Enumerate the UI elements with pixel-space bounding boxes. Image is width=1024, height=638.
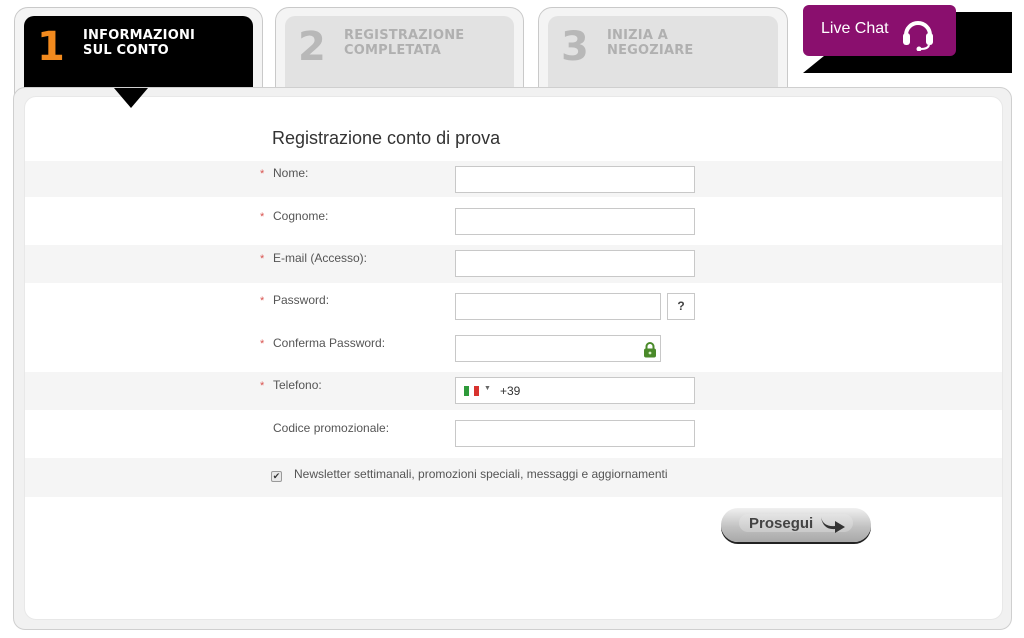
nome-input[interactable]	[455, 166, 695, 193]
headset-icon	[903, 21, 933, 51]
required-mark: *	[260, 211, 265, 223]
confirm-password-input[interactable]	[455, 335, 661, 362]
step-number: 3	[561, 24, 589, 70]
newsletter-label: Newsletter settimanali, promozioni speci…	[294, 467, 668, 481]
required-mark: *	[260, 168, 265, 180]
promo-code-label: Codice promozionale:	[273, 421, 390, 435]
live-chat-label: Live Chat	[821, 20, 889, 37]
cognome-label: Cognome:	[273, 209, 329, 223]
step-number: 2	[298, 24, 326, 70]
step-label: INFORMAZIONI SUL CONTO	[83, 28, 196, 58]
active-step-pointer	[114, 88, 148, 108]
password-help-button[interactable]: ?	[667, 293, 695, 320]
email-input[interactable]	[455, 250, 695, 277]
step-3: 3 INIZIA A NEGOZIARE	[538, 7, 788, 97]
step-label: REGISTRAZIONE COMPLETATA	[344, 28, 465, 58]
confirm-password-label: Conferma Password:	[273, 336, 386, 350]
lock-icon	[644, 342, 656, 358]
country-dropdown-caret-icon[interactable]: ▼	[484, 385, 491, 392]
required-mark: *	[260, 380, 265, 392]
cognome-input[interactable]	[455, 208, 695, 235]
registration-steps: 1 INFORMAZIONI SUL CONTO 2 REGISTRAZIONE C…	[0, 0, 1024, 100]
phone-label: Telefono:	[273, 378, 322, 392]
curved-arrow-icon	[821, 517, 845, 533]
italy-flag-icon[interactable]	[464, 386, 479, 396]
phone-value: +39	[500, 384, 521, 398]
password-input[interactable]	[455, 293, 661, 320]
phone-input[interactable]	[455, 377, 695, 404]
step-number: 1	[37, 24, 65, 70]
step-1: 1 INFORMAZIONI SUL CONTO	[14, 7, 263, 97]
nome-label: Nome:	[273, 166, 309, 180]
step-2: 2 REGISTRAZIONE COMPLETATA	[275, 7, 524, 97]
continue-button[interactable]: Prosegui	[721, 508, 871, 542]
continue-label: Prosegui	[749, 515, 814, 532]
form-title: Registrazione conto di prova	[272, 128, 501, 148]
required-mark: *	[260, 295, 265, 307]
required-mark: *	[260, 338, 265, 350]
promo-code-input[interactable]	[455, 420, 695, 447]
required-mark: *	[260, 253, 265, 265]
live-chat-button[interactable]: Live Chat	[803, 5, 956, 56]
step-label: INIZIA A NEGOZIARE	[607, 28, 694, 58]
email-label: E-mail (Accesso):	[273, 251, 368, 265]
password-label: Password:	[273, 293, 330, 307]
newsletter-checkbox[interactable]: ✔	[271, 471, 282, 482]
